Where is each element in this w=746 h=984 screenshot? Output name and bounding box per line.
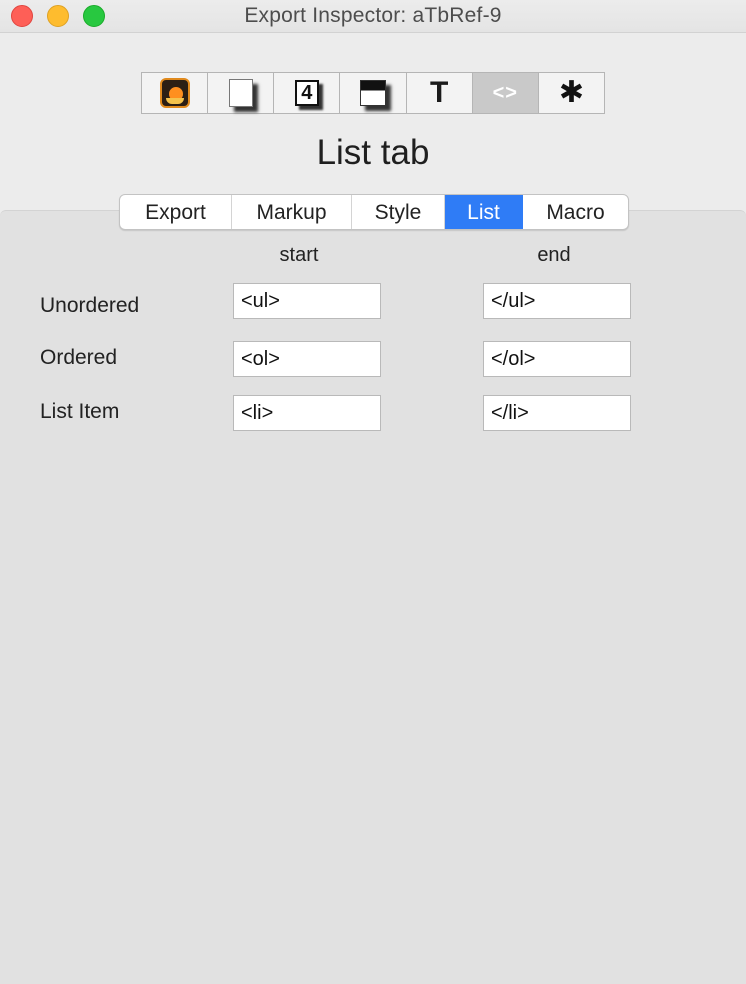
dark-page-icon — [359, 80, 386, 106]
column-header-start: start — [279, 244, 319, 266]
gear-icon: ✱ — [558, 76, 584, 109]
row-label-list-item: List Item — [40, 400, 120, 423]
page-icon — [228, 79, 253, 107]
list-item-end-field[interactable] — [483, 395, 631, 431]
inspector-toolbar: 4 T <> ✱ — [141, 72, 605, 114]
tab-export[interactable]: Export — [120, 195, 232, 229]
toolbar-button-number[interactable]: 4 — [274, 73, 341, 113]
export-inspector-window: Export Inspector: aTbRef-9 4 T <> ✱ List… — [0, 0, 746, 984]
tab-list[interactable]: List — [445, 195, 523, 229]
number-icon: 4 — [294, 80, 319, 106]
toolbar-button-general[interactable] — [142, 73, 209, 113]
title-bar: Export Inspector: aTbRef-9 — [0, 0, 746, 33]
code-icon: <> — [492, 81, 518, 104]
tab-macro[interactable]: Macro — [523, 195, 628, 229]
text-icon: T — [429, 76, 449, 109]
tab-style[interactable]: Style — [352, 195, 445, 229]
list-item-start-field[interactable] — [233, 395, 381, 431]
toolbar-button-page[interactable] — [208, 73, 275, 113]
row-label-unordered: Unordered — [40, 294, 140, 317]
toolbar-button-text[interactable]: T — [407, 73, 473, 113]
toolbar-button-dark-page[interactable] — [340, 73, 407, 113]
flame-icon — [159, 78, 190, 108]
pane-title: List tab — [316, 133, 430, 172]
tab-markup[interactable]: Markup — [232, 195, 352, 229]
unordered-end-field[interactable] — [483, 283, 631, 319]
column-header-end: end — [537, 244, 571, 266]
window-title: Export Inspector: aTbRef-9 — [244, 4, 502, 27]
tab-bar: Export Markup Style List Macro — [119, 194, 629, 230]
unordered-start-field[interactable] — [233, 283, 381, 319]
ordered-start-field[interactable] — [233, 341, 381, 377]
ordered-end-field[interactable] — [483, 341, 631, 377]
row-label-ordered: Ordered — [40, 346, 118, 369]
toolbar-button-export[interactable]: <> — [472, 73, 539, 113]
tab-content-box — [0, 210, 746, 984]
toolbar-button-settings[interactable]: ✱ — [539, 73, 604, 113]
